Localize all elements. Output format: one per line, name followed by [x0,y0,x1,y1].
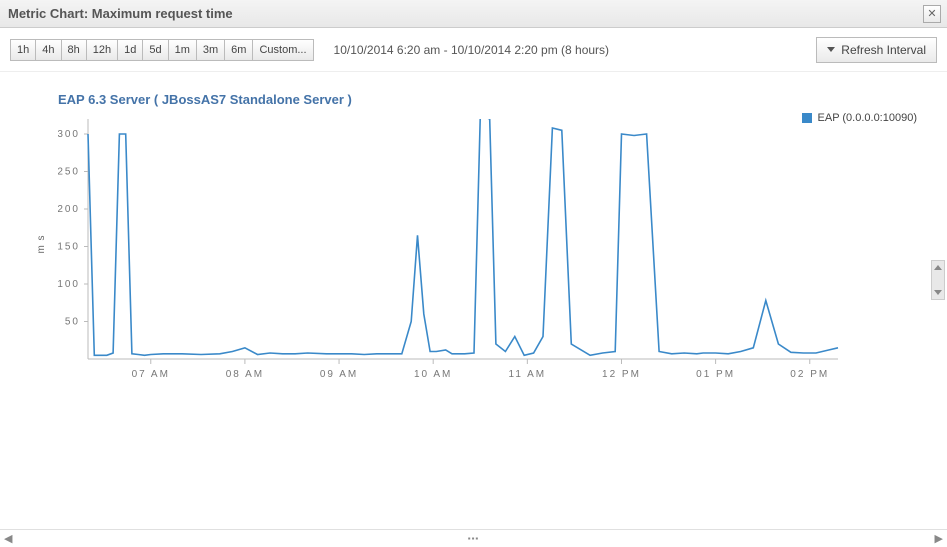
svg-text:12 PM: 12 PM [602,369,641,380]
svg-text:09 AM: 09 AM [320,369,358,380]
svg-text:200: 200 [58,204,80,215]
svg-text:300: 300 [58,129,80,140]
time-range-group: 1h4h8h12h1d5d1m3m6mCustom... [10,39,314,61]
refresh-interval-label: Refresh Interval [841,43,926,57]
svg-text:02 PM: 02 PM [790,369,829,380]
svg-text:50: 50 [65,317,80,328]
time-range-5d[interactable]: 5d [142,39,168,61]
time-range-3m[interactable]: 3m [196,39,225,61]
time-range-6m[interactable]: 6m [224,39,253,61]
chart-svg: 50 100 150 200 250 300 07 AM 08 AM 09 AM 10 AM 11 … [58,119,848,389]
svg-text:11 AM: 11 AM [509,369,547,380]
close-icon: ✕ [927,7,936,20]
time-range-1m[interactable]: 1m [168,39,197,61]
svg-text:250: 250 [58,167,80,178]
scroll-right-icon[interactable]: ▶ [935,532,943,545]
svg-text:01 PM: 01 PM [696,369,735,380]
time-range-1d[interactable]: 1d [117,39,143,61]
time-range-4h[interactable]: 4h [35,39,61,61]
svg-text:100: 100 [58,279,80,290]
svg-text:150: 150 [58,242,80,253]
refresh-interval-button[interactable]: Refresh Interval [816,37,937,63]
plot: m s 5010015020025030007 AM08 AM09 AM10 A… [58,119,848,369]
chart-title: EAP 6.3 Server ( JBossAS7 Standalone Ser… [58,92,927,107]
chevron-down-icon [827,47,835,52]
vertical-scroll-handle[interactable] [931,260,945,300]
svg-text:08 AM: 08 AM [226,369,264,380]
time-range-custom[interactable]: Custom... [252,39,313,61]
close-button[interactable]: ✕ [923,5,941,23]
title-bar: Metric Chart: Maximum request time ✕ [0,0,947,28]
svg-text:10 AM: 10 AM [414,369,452,380]
time-range-12h[interactable]: 12h [86,39,118,61]
scroll-left-icon[interactable]: ◀ [4,532,12,545]
svg-text:07 AM: 07 AM [132,369,170,380]
chart-area: EAP 6.3 Server ( JBossAS7 Standalone Ser… [0,72,947,369]
scroll-grip-icon: ▪▪▪ [468,534,480,543]
horizontal-scrollbar[interactable]: ◀ ▪▪▪ ▶ [0,529,947,547]
window-title: Metric Chart: Maximum request time [8,6,233,21]
toolbar: 1h4h8h12h1d5d1m3m6mCustom... 10/10/2014 … [0,28,947,72]
time-range-label: 10/10/2014 6:20 am - 10/10/2014 2:20 pm … [334,43,797,57]
time-range-8h[interactable]: 8h [61,39,87,61]
y-axis-label: m s [36,234,47,253]
time-range-1h[interactable]: 1h [10,39,36,61]
